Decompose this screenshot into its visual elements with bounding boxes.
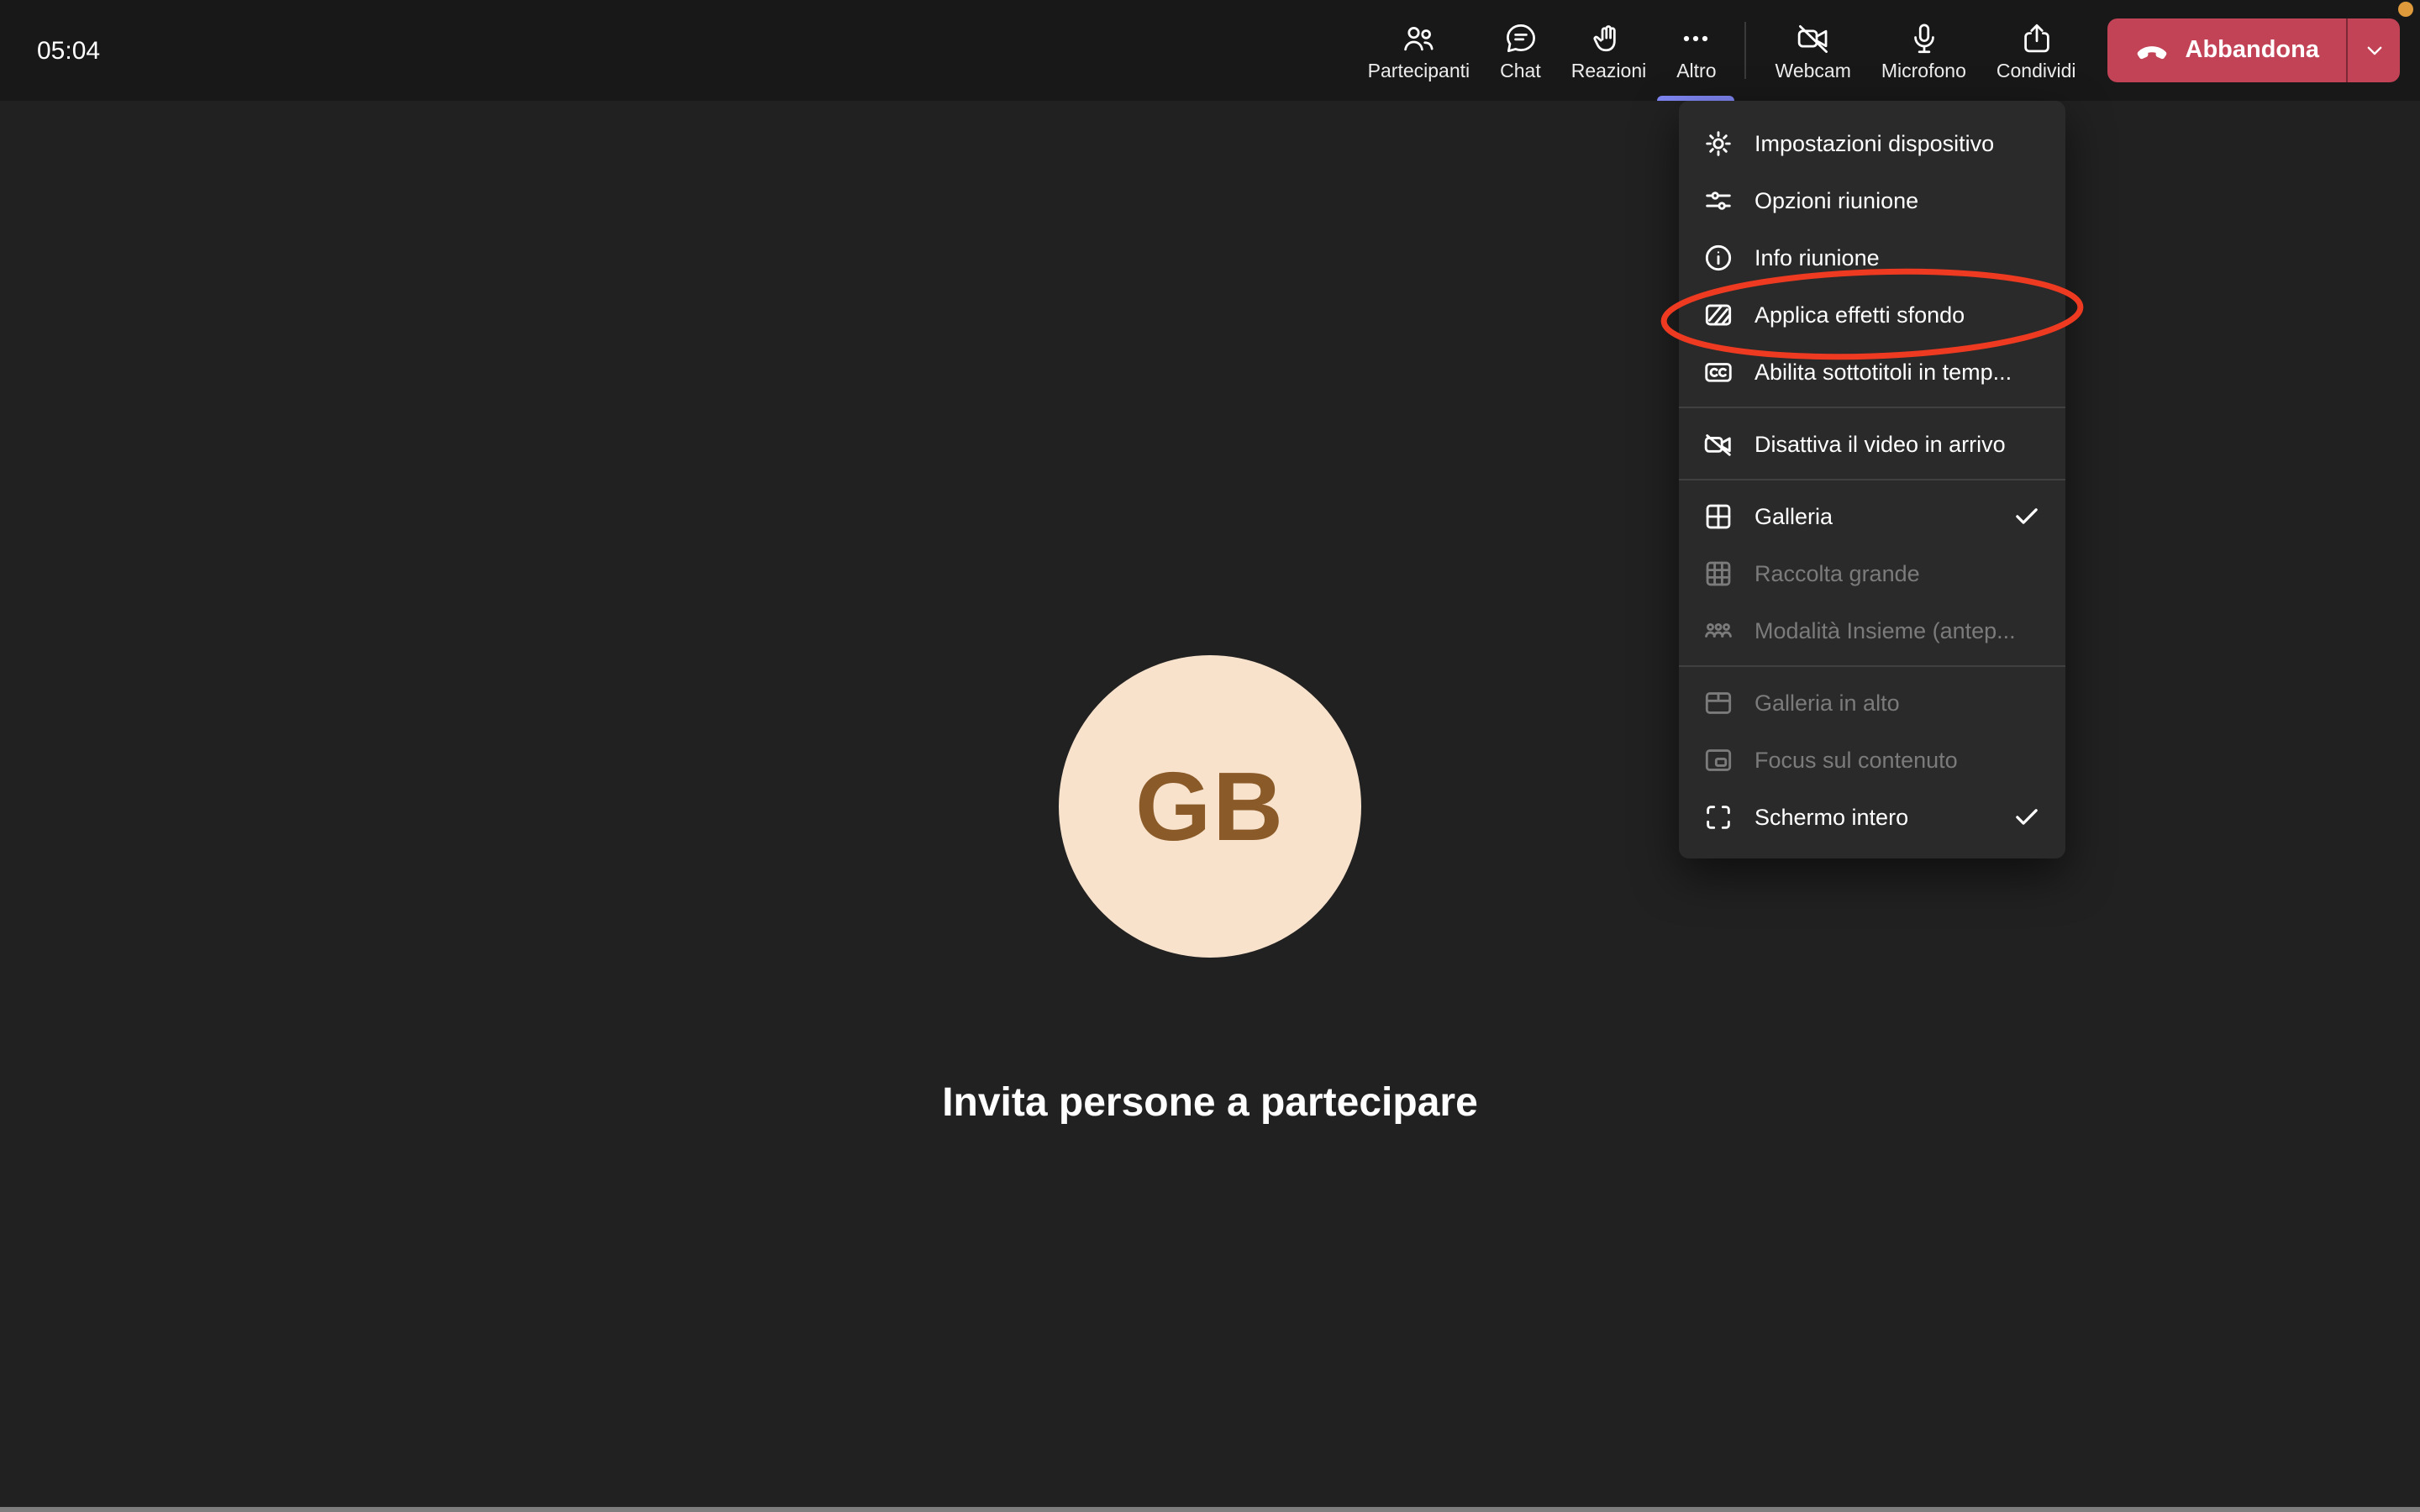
toolbar-label: Webcam bbox=[1776, 61, 1851, 81]
more-menu: Impostazioni dispositivo Opzioni riunion… bbox=[1679, 101, 2065, 858]
menu-item-label: Disattiva il video in arrivo bbox=[1754, 431, 2006, 456]
fullscreen-icon bbox=[1702, 801, 1734, 832]
toolbar-label: Microfono bbox=[1881, 61, 1966, 81]
menu-item-label: Opzioni riunione bbox=[1754, 187, 1918, 213]
leave-split-button: Abbandona bbox=[2108, 18, 2401, 82]
menu-item-large-gallery: Raccolta grande bbox=[1679, 544, 2065, 601]
teams-meeting-window: 05:04 Partecipanti Chat Reazioni bbox=[0, 0, 2420, 1512]
menu-item-label: Schermo intero bbox=[1754, 804, 1908, 829]
chevron-down-icon bbox=[2360, 37, 2387, 64]
menu-item-label: Galleria bbox=[1754, 503, 1833, 528]
reactions-icon bbox=[1590, 19, 1627, 56]
invite-text: Invita persone a partecipare bbox=[0, 1080, 2420, 1127]
large-gallery-icon bbox=[1702, 557, 1734, 589]
menu-item-label: Abilita sottotitoli in temp... bbox=[1754, 359, 2012, 384]
menu-item-label: Info riunione bbox=[1754, 244, 1880, 270]
toolbar-label: Altro bbox=[1676, 61, 1716, 81]
menu-divider bbox=[1679, 407, 2065, 408]
screen-bottom-edge bbox=[0, 1507, 2420, 1512]
toolbar-label: Chat bbox=[1500, 61, 1541, 81]
menu-divider bbox=[1679, 665, 2065, 667]
top-gallery-icon bbox=[1702, 686, 1734, 718]
avatar-initials: GB bbox=[1135, 750, 1285, 863]
background-effects-icon bbox=[1702, 298, 1734, 330]
call-controls: Partecipanti Chat Reazioni Altro bbox=[1353, 0, 2420, 101]
toolbar-participants[interactable]: Partecipanti bbox=[1353, 0, 1485, 101]
menu-item-label: Raccolta grande bbox=[1754, 560, 1920, 585]
menu-item-top-gallery: Galleria in alto bbox=[1679, 674, 2065, 731]
leave-options-button[interactable] bbox=[2346, 18, 2400, 82]
meeting-timer: 05:04 bbox=[0, 0, 100, 101]
avatar: GB bbox=[1059, 655, 1361, 958]
phone-down-icon bbox=[2135, 33, 2170, 68]
toolbar-more[interactable]: Altro bbox=[1661, 0, 1731, 101]
toolbar-microphone[interactable]: Microfono bbox=[1866, 0, 1981, 101]
menu-item-label: Applica effetti sfondo bbox=[1754, 302, 1965, 327]
leave-button[interactable]: Abbandona bbox=[2108, 18, 2347, 82]
microphone-icon bbox=[1905, 19, 1942, 56]
menu-item-live-captions[interactable]: Abilita sottotitoli in temp... bbox=[1679, 343, 2065, 400]
notification-dot bbox=[2398, 2, 2413, 17]
menu-item-fullscreen[interactable]: Schermo intero bbox=[1679, 788, 2065, 845]
menu-item-label: Impostazioni dispositivo bbox=[1754, 130, 1994, 155]
together-mode-icon bbox=[1702, 614, 1734, 646]
incoming-video-off-icon bbox=[1702, 428, 1734, 459]
content-focus-icon bbox=[1702, 743, 1734, 775]
settings-gear-icon bbox=[1702, 127, 1734, 159]
chat-icon bbox=[1502, 19, 1539, 56]
menu-item-together-mode: Modalità Insieme (antep... bbox=[1679, 601, 2065, 659]
share-icon bbox=[2018, 19, 2054, 56]
toolbar-label: Reazioni bbox=[1571, 61, 1647, 81]
checkmark-icon bbox=[2012, 801, 2042, 832]
gallery-icon bbox=[1702, 500, 1734, 532]
menu-divider bbox=[1679, 479, 2065, 480]
toolbar-divider bbox=[1745, 22, 1747, 79]
webcam-off-icon bbox=[1795, 19, 1832, 56]
captions-icon bbox=[1702, 355, 1734, 387]
more-icon bbox=[1678, 19, 1715, 56]
menu-item-meeting-options[interactable]: Opzioni riunione bbox=[1679, 171, 2065, 228]
menu-item-incoming-video-off[interactable]: Disattiva il video in arrivo bbox=[1679, 415, 2065, 472]
info-icon bbox=[1702, 241, 1734, 273]
menu-item-label: Modalità Insieme (antep... bbox=[1754, 617, 2016, 643]
toolbar-label: Condividi bbox=[1996, 61, 2076, 81]
menu-item-background-effects[interactable]: Applica effetti sfondo bbox=[1679, 286, 2065, 343]
menu-item-gallery[interactable]: Galleria bbox=[1679, 487, 2065, 544]
meeting-topbar: 05:04 Partecipanti Chat Reazioni bbox=[0, 0, 2420, 101]
menu-item-content-focus: Focus sul contenuto bbox=[1679, 731, 2065, 788]
toolbar-label: Partecipanti bbox=[1368, 61, 1470, 81]
leave-button-label: Abbandona bbox=[2186, 37, 2320, 64]
toolbar-reactions[interactable]: Reazioni bbox=[1556, 0, 1662, 101]
toolbar-chat[interactable]: Chat bbox=[1485, 0, 1556, 101]
menu-item-label: Focus sul contenuto bbox=[1754, 747, 1958, 772]
options-sliders-icon bbox=[1702, 184, 1734, 216]
toolbar-share[interactable]: Condividi bbox=[1981, 0, 2091, 101]
checkmark-icon bbox=[2012, 501, 2042, 531]
menu-item-device-settings[interactable]: Impostazioni dispositivo bbox=[1679, 114, 2065, 171]
menu-item-meeting-info[interactable]: Info riunione bbox=[1679, 228, 2065, 286]
people-icon bbox=[1400, 19, 1437, 56]
menu-item-label: Galleria in alto bbox=[1754, 690, 1900, 715]
toolbar-webcam[interactable]: Webcam bbox=[1760, 0, 1866, 101]
